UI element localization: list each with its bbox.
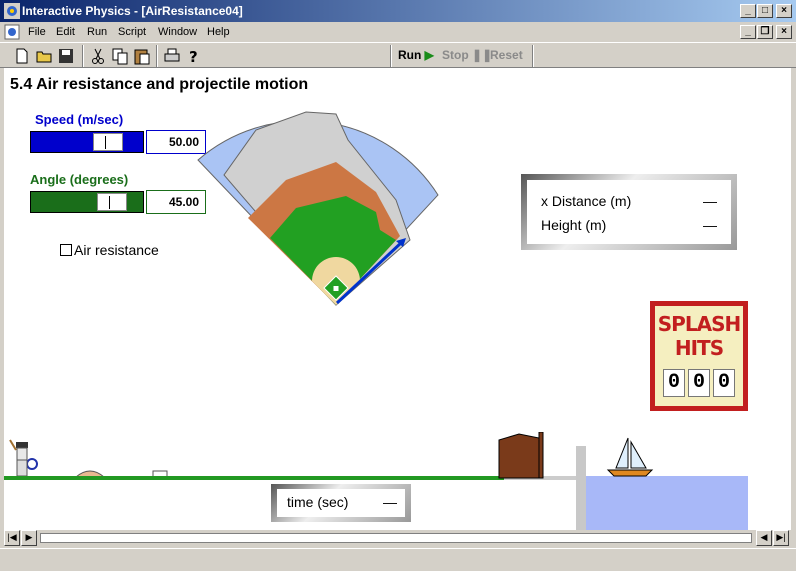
time-value: — [383, 494, 397, 510]
angle-label: Angle (degrees) [30, 172, 129, 187]
maximize-button[interactable]: □ [757, 4, 773, 18]
air-resistance-checkbox[interactable]: Air resistance [60, 242, 159, 258]
scroll-track[interactable] [40, 533, 752, 543]
horizontal-scrollbar[interactable]: |◀ ▶ ◀ ▶| [4, 530, 791, 546]
doc-restore-button[interactable]: ❐ [757, 25, 773, 39]
menu-file[interactable]: File [28, 26, 46, 38]
angle-slider[interactable] [30, 191, 144, 213]
paste-icon[interactable] [132, 46, 152, 66]
cut-icon[interactable] [88, 46, 108, 66]
time-readout: time (sec) — [277, 489, 405, 517]
x-distance-value: — [703, 193, 717, 209]
menu-help[interactable]: Help [207, 26, 230, 38]
svg-text:?: ? [189, 48, 198, 66]
scroll-right-end-icon[interactable]: ▶| [773, 530, 789, 546]
hits-word: HITS [674, 336, 724, 360]
scroll-right-icon[interactable]: ▶ [21, 530, 37, 546]
height-label: Height (m) [541, 217, 607, 233]
app-icon [4, 3, 20, 19]
help-icon[interactable]: ? [184, 46, 204, 66]
x-distance-label: x Distance (m) [541, 193, 632, 209]
checkbox-box[interactable] [60, 244, 72, 256]
splash-digit-2: 0 [688, 369, 710, 397]
menu-window[interactable]: Window [158, 26, 197, 38]
doc-minimize-button[interactable]: _ [740, 25, 756, 39]
angle-slider-thumb[interactable] [97, 193, 127, 211]
height-value: — [703, 217, 717, 233]
play-icon: ▶ [424, 48, 434, 62]
open-folder-icon[interactable] [34, 46, 54, 66]
new-file-icon[interactable] [12, 46, 32, 66]
ground-grass [4, 476, 504, 480]
print-icon[interactable] [162, 46, 182, 66]
copy-icon[interactable] [110, 46, 130, 66]
simulation-canvas[interactable]: 5.4 Air resistance and projectile motion… [4, 68, 791, 530]
baseball-field-diagram [197, 111, 439, 306]
menu-run[interactable]: Run [87, 26, 107, 38]
reset-button[interactable]: Reset [490, 48, 523, 62]
document-icon[interactable] [4, 24, 20, 40]
scroll-left-end-icon[interactable]: |◀ [4, 530, 20, 546]
position-readout: x Distance (m) — Height (m) — [527, 180, 731, 244]
splash-hits-sign: SPLASH HITS 0 0 0 [650, 301, 748, 411]
scroll-left-icon[interactable]: ◀ [756, 530, 772, 546]
doc-close-button[interactable]: × [776, 25, 792, 39]
run-button[interactable]: Run ▶ [398, 48, 434, 62]
speed-label: Speed (m/sec) [35, 112, 124, 127]
minimize-button[interactable]: _ [740, 4, 756, 18]
batter-figure [9, 439, 38, 477]
speed-slider-thumb[interactable] [93, 133, 123, 151]
sailboat [606, 437, 654, 477]
toolbar: ? Run ▶ Stop ❚❚ Reset [0, 42, 796, 68]
save-icon[interactable] [56, 46, 76, 66]
menu-bar: File Edit Run Script Window Help _ ❐ × [0, 22, 796, 42]
wall-post [538, 432, 544, 479]
window-title: Interactive Physics - [AirResistance04] [22, 4, 243, 18]
splash-word: SPLASH [657, 312, 741, 336]
outfield-wall [498, 433, 540, 479]
menu-script[interactable]: Script [118, 26, 146, 38]
time-label: time (sec) [287, 494, 349, 510]
pier-post [576, 446, 586, 530]
splash-digit-3: 0 [713, 369, 735, 397]
status-bar [0, 548, 796, 571]
page-title: 5.4 Air resistance and projectile motion [10, 76, 309, 93]
splash-digit-1: 0 [663, 369, 685, 397]
stop-button[interactable]: Stop ❚❚ [442, 48, 492, 62]
close-button[interactable]: × [776, 4, 792, 18]
air-resistance-label: Air resistance [74, 242, 159, 258]
pitchers-mound [333, 286, 339, 291]
water [586, 476, 748, 530]
menu-edit[interactable]: Edit [56, 26, 75, 38]
title-bar: Interactive Physics - [AirResistance04] … [0, 0, 796, 22]
speed-slider[interactable] [30, 131, 144, 153]
